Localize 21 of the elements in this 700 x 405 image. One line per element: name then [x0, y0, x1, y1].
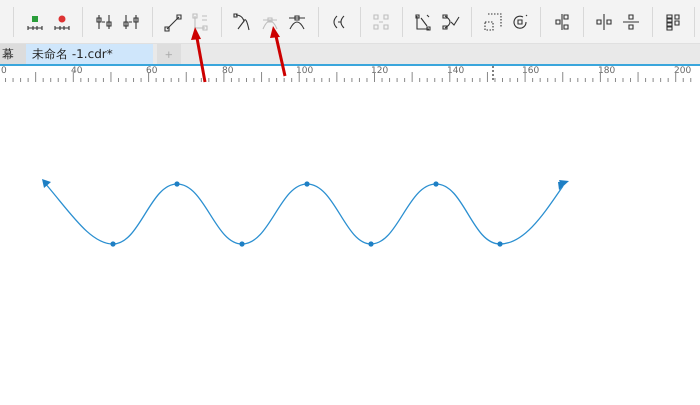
document-tab[interactable]: 未命名 -1.cdr* [26, 44, 153, 64]
ruler-label: 200 [674, 66, 692, 76]
cusp-node-icon [232, 12, 252, 32]
line-icon [163, 12, 184, 32]
ruler-label: 100 [296, 66, 314, 76]
extend-curve-icon [413, 12, 434, 32]
ruler-label: 0 [1, 66, 7, 76]
wave-curve[interactable] [42, 179, 569, 247]
annotation-arrow [270, 26, 286, 76]
document-tab[interactable]: 幕 [0, 44, 26, 64]
ruler-label: 60 [146, 66, 158, 76]
ruler-label: 80 [222, 66, 234, 76]
align-horizontal-icon [594, 12, 614, 32]
ruler-label: 160 [522, 66, 540, 76]
ruler-label: 180 [598, 66, 616, 76]
ruler-label: 120 [371, 66, 388, 76]
annotation-arrow [191, 27, 206, 82]
align-vertical-icon [621, 12, 642, 32]
ruler-label: 140 [447, 66, 464, 76]
ruler-label: 40 [71, 66, 82, 76]
auto-close-icon [440, 12, 460, 32]
